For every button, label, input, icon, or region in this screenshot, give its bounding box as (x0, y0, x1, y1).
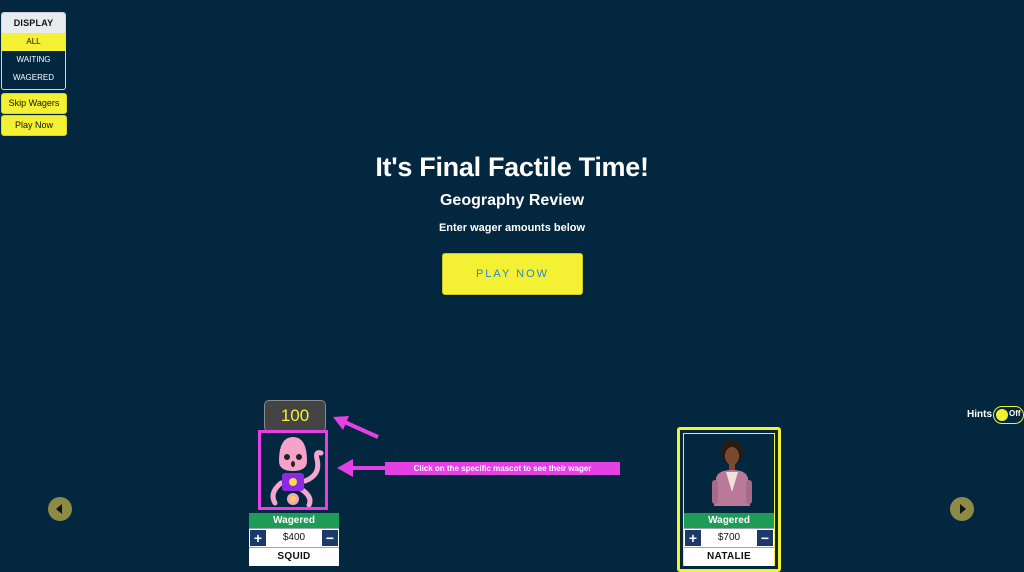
increase-wager-button[interactable]: + (250, 530, 266, 546)
wager-amount: $700 (717, 532, 741, 543)
person-mascot-icon (712, 440, 752, 506)
play-now-small-button[interactable]: Play Now (1, 115, 67, 136)
next-arrow-button[interactable] (950, 497, 974, 521)
player-name: SQUID (249, 547, 339, 566)
hints-toggle[interactable]: Off (993, 406, 1024, 424)
skip-wagers-button[interactable]: Skip Wagers (1, 93, 67, 114)
wager-status: Wagered (684, 513, 774, 528)
display-filter-panel: DISPLAY ALL WAITING WAGERED (1, 12, 66, 90)
player-name: NATALIE (684, 547, 774, 566)
wager-status: Wagered (249, 513, 339, 528)
decrease-wager-button[interactable]: − (757, 530, 773, 546)
wager-stepper: + $400 − (249, 528, 339, 547)
squid-mascot-icon (270, 437, 324, 507)
display-option-wagered[interactable]: WAGERED (2, 69, 65, 87)
display-heading: DISPLAY (2, 13, 65, 33)
mascot-squid-button[interactable] (258, 430, 328, 510)
game-subtitle: Geography Review (439, 192, 585, 209)
player-card-squid: Wagered + $400 − SQUID (249, 513, 339, 566)
wager-score-badge: 100 (264, 400, 326, 432)
player-card-natalie: Wagered + $700 − NATALIE (684, 513, 774, 566)
increase-wager-button[interactable]: + (685, 530, 701, 546)
wager-amount: $400 (282, 532, 306, 543)
display-option-all[interactable]: ALL (2, 33, 65, 51)
chevron-right-icon (960, 504, 966, 514)
toggle-knob (996, 409, 1008, 421)
play-now-button[interactable]: PLAY NOW (442, 253, 583, 295)
hints-label: Hints (967, 409, 992, 420)
decrease-wager-button[interactable]: − (322, 530, 338, 546)
previous-arrow-button[interactable] (48, 497, 72, 521)
instruction-text: Enter wager amounts below (438, 222, 586, 234)
chevron-left-icon (56, 504, 62, 514)
page-title: It's Final Factile Time! (375, 152, 649, 182)
hints-state: Off (1009, 409, 1021, 418)
wager-stepper: + $700 − (684, 528, 774, 547)
display-option-waiting[interactable]: WAITING (2, 51, 65, 69)
annotation-label: Click on the specific mascot to see thei… (385, 462, 620, 475)
